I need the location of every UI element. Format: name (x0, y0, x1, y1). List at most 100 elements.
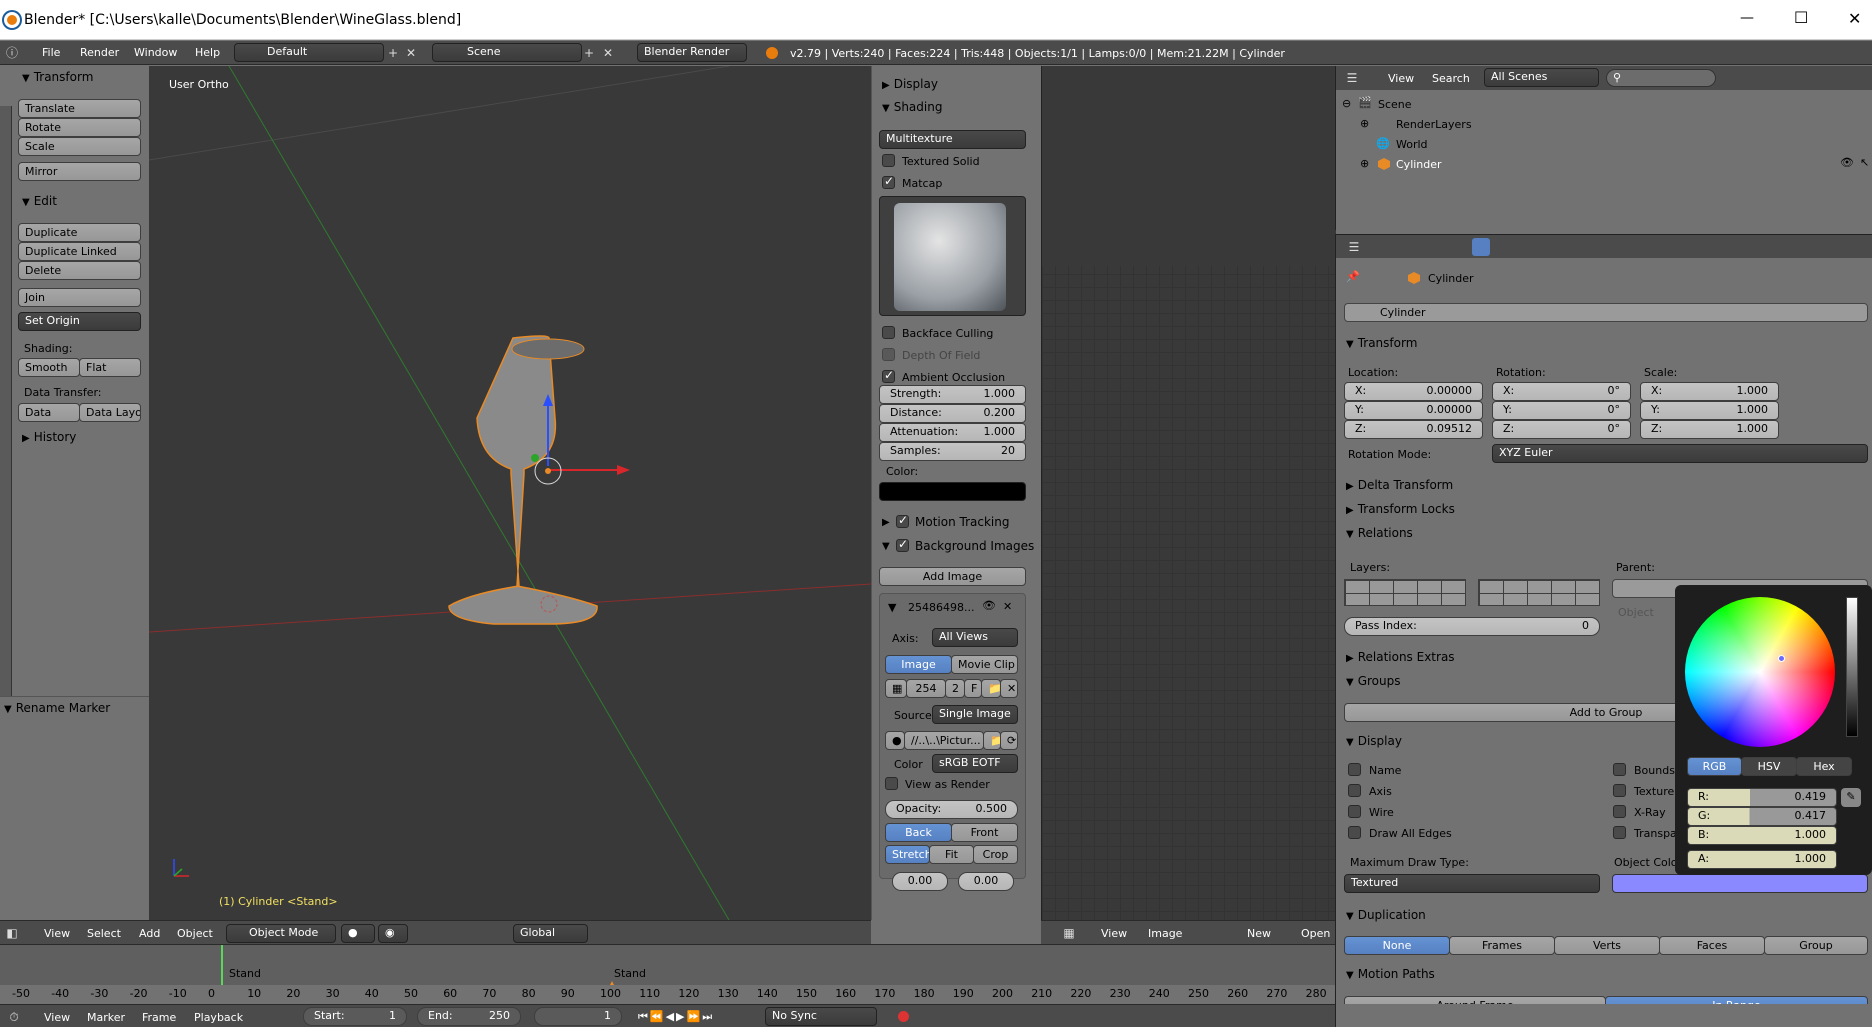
renderlayers-expand-icon[interactable]: ⊕ (1360, 117, 1369, 130)
rotation-x-field[interactable]: X: 0° (1492, 382, 1631, 401)
add-scene-icon[interactable]: + (581, 45, 597, 61)
blue-field[interactable]: B: 1.000 (1687, 826, 1837, 845)
remove-layout-icon[interactable]: ✕ (403, 45, 419, 61)
parent-type-placeholder[interactable]: Object (1618, 606, 1654, 619)
offset-y-field[interactable]: 0.00 (958, 872, 1014, 891)
outliner-search-input[interactable] (1606, 69, 1716, 87)
dup-verts-button[interactable]: Verts (1554, 936, 1660, 955)
menu-file[interactable]: File (42, 46, 60, 59)
strength-field[interactable]: Strength: 1.000 (879, 385, 1026, 404)
browse-path-icon[interactable]: 📁 (983, 731, 1001, 750)
show-axis-checkbox[interactable] (1348, 784, 1361, 797)
close-button[interactable]: ✕ (1848, 9, 1861, 28)
data-layout-button[interactable]: Data Layo (79, 403, 141, 422)
info-editor-icon[interactable]: ⓘ (4, 45, 20, 61)
cylinder-item[interactable]: Cylinder (1396, 158, 1442, 171)
current-frame-field[interactable]: 1 (534, 1007, 622, 1026)
shading-header[interactable]: ▼ Shading (882, 100, 942, 114)
transform-locks-header[interactable]: ▶ Transform Locks (1346, 502, 1455, 516)
smooth-button[interactable]: Smooth (18, 358, 80, 377)
open-image-icon[interactable]: 📁 (981, 679, 1001, 698)
image-users-count[interactable]: 2 (945, 679, 965, 698)
alpha-field[interactable]: A: 1.000 (1687, 850, 1837, 869)
menu-object[interactable]: Object (177, 927, 213, 940)
properties-type-icon[interactable]: ☰ (1346, 239, 1362, 255)
duplicate-linked-button[interactable]: Duplicate Linked (18, 242, 141, 261)
layers-grid-2[interactable] (1478, 579, 1600, 606)
scale-y-field[interactable]: Y: 1.000 (1640, 401, 1779, 420)
set-origin-dropdown[interactable]: Set Origin (18, 312, 141, 331)
pass-index-field[interactable]: Pass Index: 0 (1344, 617, 1600, 636)
menu-add[interactable]: Add (139, 927, 160, 940)
cylinder-expand-icon[interactable]: ⊕ (1360, 157, 1369, 170)
distance-field[interactable]: Distance: 0.200 (879, 404, 1026, 423)
image-menu-image[interactable]: Image (1148, 927, 1182, 940)
start-frame-field[interactable]: Start: 1 (303, 1007, 407, 1026)
image-file-icon[interactable]: ● (885, 731, 905, 750)
timeline-menu-marker[interactable]: Marker (87, 1011, 125, 1024)
background-images-checkbox[interactable] (896, 537, 909, 552)
pin-icon[interactable]: 📌 (1346, 270, 1360, 283)
rotate-button[interactable]: Rotate (18, 118, 141, 137)
location-z-field[interactable]: Z: 0.09512 (1344, 420, 1483, 439)
rgb-tab[interactable]: RGB (1687, 757, 1742, 776)
ao-color-swatch[interactable] (879, 482, 1026, 501)
dup-frames-button[interactable]: Frames (1449, 936, 1555, 955)
stretch-button[interactable]: Stretch (885, 845, 930, 864)
timeline-menu-frame[interactable]: Frame (142, 1011, 176, 1024)
image-browse-button[interactable]: ▦ (885, 679, 907, 698)
color-wheel-cursor[interactable] (1778, 655, 1785, 662)
transform-section-header[interactable]: ▼ Transform (22, 70, 93, 84)
draw-all-edges-checkbox[interactable] (1348, 826, 1361, 839)
bg-image-expand-icon[interactable]: ▼ (888, 601, 896, 614)
cylinder-visibility-eye-icon[interactable]: 👁 (1840, 156, 1854, 169)
image-editor-type-icon[interactable]: ▦ (1061, 925, 1077, 941)
marker-stand-2[interactable]: Stand (614, 967, 646, 980)
scene-selector[interactable]: Scene (432, 43, 582, 62)
add-image-button[interactable]: Add Image (879, 567, 1026, 586)
color-space-dropdown[interactable]: sRGB EOTF (932, 754, 1018, 773)
show-wire-checkbox[interactable] (1348, 805, 1361, 818)
fit-button[interactable]: Fit (929, 845, 974, 864)
display-mode-dropdown[interactable]: All Scenes (1484, 68, 1599, 87)
playback-controls[interactable]: ⏮⏪◀▶⏩⏭ (638, 1010, 714, 1024)
matcap-preview[interactable] (879, 196, 1026, 316)
scale-x-field[interactable]: X: 1.000 (1640, 382, 1779, 401)
relations-extras-header[interactable]: ▶ Relations Extras (1346, 650, 1455, 664)
menu-render[interactable]: Render (80, 46, 119, 59)
render-engine-selector[interactable]: Blender Render (637, 43, 747, 62)
orientation-selector[interactable]: Global (513, 924, 588, 943)
data-button[interactable]: Data (18, 403, 80, 422)
fake-user-button[interactable]: F (964, 679, 982, 698)
image-path-field[interactable]: //..\..\Pictur... (904, 731, 984, 750)
samples-field[interactable]: Samples: 20 (879, 442, 1026, 461)
join-button[interactable]: Join (18, 288, 141, 307)
editor-type-icon[interactable]: ◧ (4, 925, 20, 941)
ambient-occlusion-checkbox[interactable] (882, 368, 895, 383)
display-header[interactable]: ▶ Display (882, 77, 938, 91)
location-x-field[interactable]: X: 0.00000 (1344, 382, 1483, 401)
motion-tracking-header[interactable]: ▶ (882, 514, 894, 528)
xray-checkbox[interactable] (1613, 805, 1626, 818)
record-icon[interactable] (898, 1011, 909, 1022)
timeline-type-icon[interactable]: ⏱ (6, 1009, 22, 1025)
sync-dropdown[interactable]: No Sync (765, 1007, 877, 1026)
mode-selector[interactable]: Object Mode (226, 924, 336, 943)
front-button[interactable]: Front (951, 823, 1018, 842)
transparency-checkbox[interactable] (1613, 826, 1626, 839)
motion-tracking-checkbox[interactable] (896, 513, 909, 528)
show-bounds-checkbox[interactable] (1613, 763, 1626, 776)
marker-stand-1[interactable]: Stand (229, 967, 261, 980)
transform-header[interactable]: ▼ Transform (1346, 336, 1417, 350)
image-tab[interactable]: Image (885, 655, 952, 674)
cylinder-select-arrow-icon[interactable]: ↖ (1860, 156, 1869, 169)
outliner-menu-search[interactable]: Search (1432, 72, 1470, 85)
red-field[interactable]: R: 0.419 (1687, 788, 1837, 807)
end-frame-field[interactable]: End: 250 (417, 1007, 521, 1026)
hex-tab[interactable]: Hex (1796, 757, 1852, 776)
pivot-selector[interactable]: ◉ (378, 924, 408, 943)
scale-z-field[interactable]: Z: 1.000 (1640, 420, 1779, 439)
matcap-checkbox[interactable] (882, 174, 895, 189)
object-tab-icon[interactable] (1472, 238, 1490, 256)
eye-icon[interactable]: 👁 (982, 599, 996, 612)
